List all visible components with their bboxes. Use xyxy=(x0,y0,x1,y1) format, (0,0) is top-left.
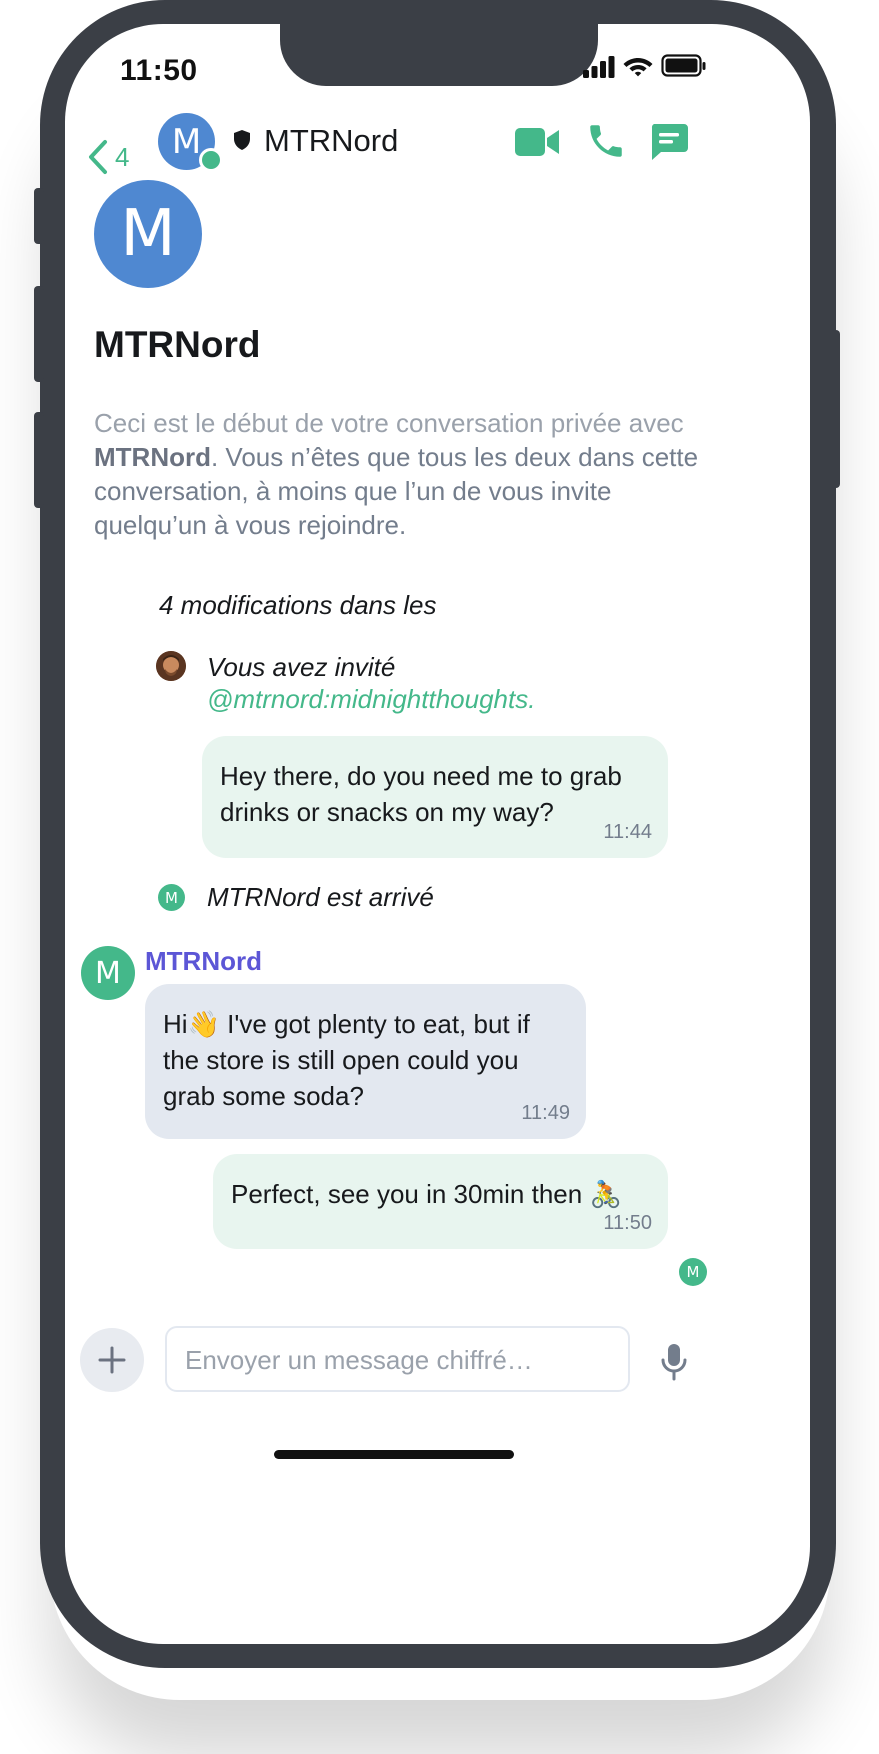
back-button[interactable]: 4 xyxy=(87,139,129,175)
mute-switch xyxy=(34,188,44,244)
power-button xyxy=(830,330,840,488)
membership-summary[interactable]: 4 modifications dans les xyxy=(159,590,436,621)
threads-button[interactable] xyxy=(649,122,689,167)
sender-avatar[interactable]: M xyxy=(81,946,135,1000)
video-camera-icon xyxy=(515,128,559,156)
video-call-button[interactable] xyxy=(515,125,561,164)
invite-event: Vous avez invité @mtrnord:midnightthough… xyxy=(207,652,536,715)
message-bubble-icon xyxy=(651,124,688,160)
back-unread-count: 4 xyxy=(115,141,130,172)
home-indicator xyxy=(274,1450,514,1459)
room-avatar: M xyxy=(94,180,202,288)
room-intro-description: Ceci est le début de votre conversation … xyxy=(94,408,699,540)
presence-online-dot xyxy=(199,148,223,172)
message-time: 11:50 xyxy=(603,1212,652,1234)
phone-icon xyxy=(590,125,622,157)
voice-message-button[interactable] xyxy=(659,1342,689,1387)
composer-placeholder: Envoyer un message chiffré… xyxy=(185,1345,533,1375)
join-event-text: MTRNord est arrivé xyxy=(207,882,434,912)
signal-icon xyxy=(583,56,615,83)
header-title[interactable]: MTRNord xyxy=(264,123,398,159)
message-text: Hi👋 I've got plenty to eat, but if the s… xyxy=(163,1009,530,1111)
message-composer-input[interactable]: Envoyer un message chiffré… xyxy=(165,1326,630,1392)
volume-up-button xyxy=(34,286,44,382)
sender-name[interactable]: MTRNord xyxy=(145,946,262,977)
voice-call-button[interactable] xyxy=(585,120,627,167)
attachment-button[interactable] xyxy=(80,1328,144,1392)
wifi-icon xyxy=(623,54,653,83)
message-time: 11:44 xyxy=(603,821,652,843)
user-avatar-small xyxy=(156,651,186,681)
room-intro-name: MTRNord xyxy=(94,442,211,472)
message-text: Hey there, do you need me to grab drinks… xyxy=(220,761,622,827)
message-bubble-outgoing[interactable]: Perfect, see you in 30min then 🚴 11:50 xyxy=(213,1154,668,1249)
room-title: MTRNord xyxy=(94,324,261,365)
shield-icon xyxy=(232,129,252,156)
volume-down-button xyxy=(34,412,44,508)
message-bubble-incoming[interactable]: Hi👋 I've got plenty to eat, but if the s… xyxy=(145,984,586,1139)
read-receipt-avatar[interactable]: M xyxy=(679,1258,707,1286)
battery-icon xyxy=(661,54,707,83)
join-avatar: M xyxy=(158,884,185,911)
phone-screen: 11:50 4 M MTRNord M MTRNord Ceci est le … xyxy=(65,24,810,1644)
message-time: 11:49 xyxy=(521,1102,570,1124)
plus-icon xyxy=(98,1346,126,1374)
waving-hand-emoji: 👋 xyxy=(187,1009,220,1039)
status-time: 11:50 xyxy=(120,54,198,87)
microphone-icon xyxy=(661,1344,687,1381)
notch xyxy=(280,24,598,86)
message-text: Perfect, see you in 30min then 🚴 xyxy=(231,1179,622,1209)
invited-user-link[interactable]: @mtrnord:midnightthoughts. xyxy=(207,683,535,715)
message-bubble-outgoing[interactable]: Hey there, do you need me to grab drinks… xyxy=(202,736,668,858)
chevron-left-icon xyxy=(89,140,107,174)
